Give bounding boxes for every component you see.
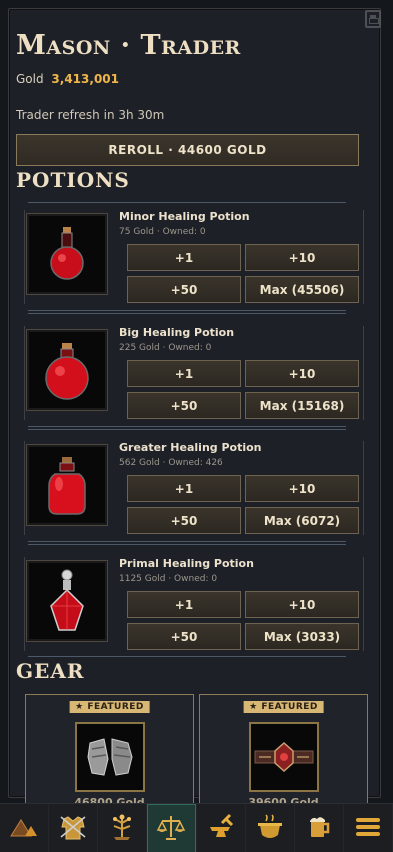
- potion-meta: 225 Gold · Owned: 0: [119, 343, 212, 353]
- potion-row: Primal Healing Potion 1125 Gold · Owned:…: [20, 557, 364, 655]
- buy-50-button[interactable]: +50: [127, 392, 241, 419]
- primal-potion-icon: [26, 560, 108, 642]
- divider: [28, 656, 346, 657]
- reroll-button[interactable]: REROLL · 44600 GOLD: [16, 134, 359, 166]
- potions-section-title: POTIONS: [16, 168, 130, 192]
- big-potion-icon: [26, 329, 108, 411]
- scales-icon: [156, 813, 186, 845]
- gear-card[interactable]: ★ FEATURED 46800 Gold: [25, 694, 194, 809]
- nav-tavern[interactable]: [294, 804, 344, 852]
- anvil-icon: [206, 813, 236, 845]
- divider: [28, 310, 346, 314]
- potion-row: Big Healing Potion 225 Gold · Owned: 0 +…: [20, 326, 364, 424]
- buy-10-button[interactable]: +10: [245, 591, 359, 618]
- nav-equipment[interactable]: [49, 804, 99, 852]
- nav-skills[interactable]: [98, 804, 148, 852]
- buy-max-button[interactable]: Max (3033): [245, 623, 359, 650]
- potion-name: Minor Healing Potion: [119, 210, 250, 223]
- buy-10-button[interactable]: +10: [245, 244, 359, 271]
- potion-meta: 75 Gold · Owned: 0: [119, 227, 206, 237]
- menu-icon: [355, 816, 381, 842]
- divider: [28, 426, 346, 430]
- save-icon[interactable]: [365, 10, 381, 28]
- featured-badge: ★ FEATURED: [69, 701, 150, 713]
- gold-balance: Gold 3,413,001: [16, 72, 119, 86]
- buy-max-button[interactable]: Max (45506): [245, 276, 359, 303]
- gold-value: 3,413,001: [51, 72, 119, 86]
- buy-max-button[interactable]: Max (6072): [245, 507, 359, 534]
- buy-1-button[interactable]: +1: [127, 475, 241, 502]
- buy-10-button[interactable]: +10: [245, 475, 359, 502]
- buy-max-button[interactable]: Max (15168): [245, 392, 359, 419]
- potion-row: Greater Healing Potion 562 Gold · Owned:…: [20, 441, 364, 539]
- potion-name: Big Healing Potion: [119, 326, 235, 339]
- buy-50-button[interactable]: +50: [127, 623, 241, 650]
- potion-row: Minor Healing Potion 75 Gold · Owned: 0 …: [20, 210, 364, 308]
- potion-meta: 1125 Gold · Owned: 0: [119, 574, 218, 584]
- potion-name: Greater Healing Potion: [119, 441, 262, 454]
- nav-menu[interactable]: [343, 804, 393, 852]
- featured-badge: ★ FEATURED: [243, 701, 324, 713]
- skill-tree-icon: [108, 813, 136, 845]
- greater-potion-icon: [26, 444, 108, 526]
- gauntlets-icon: [74, 722, 145, 792]
- tavern-mug-icon: [305, 813, 333, 845]
- page-title: Mason · Trader: [16, 30, 241, 61]
- nav-forge[interactable]: [196, 804, 246, 852]
- buy-50-button[interactable]: +50: [127, 507, 241, 534]
- buy-10-button[interactable]: +10: [245, 360, 359, 387]
- buy-1-button[interactable]: +1: [127, 244, 241, 271]
- potion-meta: 562 Gold · Owned: 426: [119, 458, 223, 468]
- divider: [28, 541, 346, 545]
- bottom-nav: [0, 803, 393, 852]
- minor-potion-icon: [26, 213, 108, 295]
- belt-icon: [248, 722, 319, 792]
- buy-1-button[interactable]: +1: [127, 591, 241, 618]
- cauldron-icon: [255, 813, 285, 845]
- nav-alchemy[interactable]: [245, 804, 295, 852]
- camp-icon: [9, 814, 39, 844]
- gear-card[interactable]: ★ FEATURED 39600 Gold: [199, 694, 368, 809]
- refresh-timer: Trader refresh in 3h 30m: [16, 108, 165, 122]
- buy-50-button[interactable]: +50: [127, 276, 241, 303]
- gear-section-title: GEAR: [16, 659, 85, 683]
- nav-camp[interactable]: [0, 804, 50, 852]
- nav-trader[interactable]: [147, 804, 197, 852]
- gold-label: Gold: [16, 72, 44, 86]
- buy-1-button[interactable]: +1: [127, 360, 241, 387]
- armor-icon: [58, 813, 88, 845]
- divider: [28, 202, 346, 203]
- potion-name: Primal Healing Potion: [119, 557, 254, 570]
